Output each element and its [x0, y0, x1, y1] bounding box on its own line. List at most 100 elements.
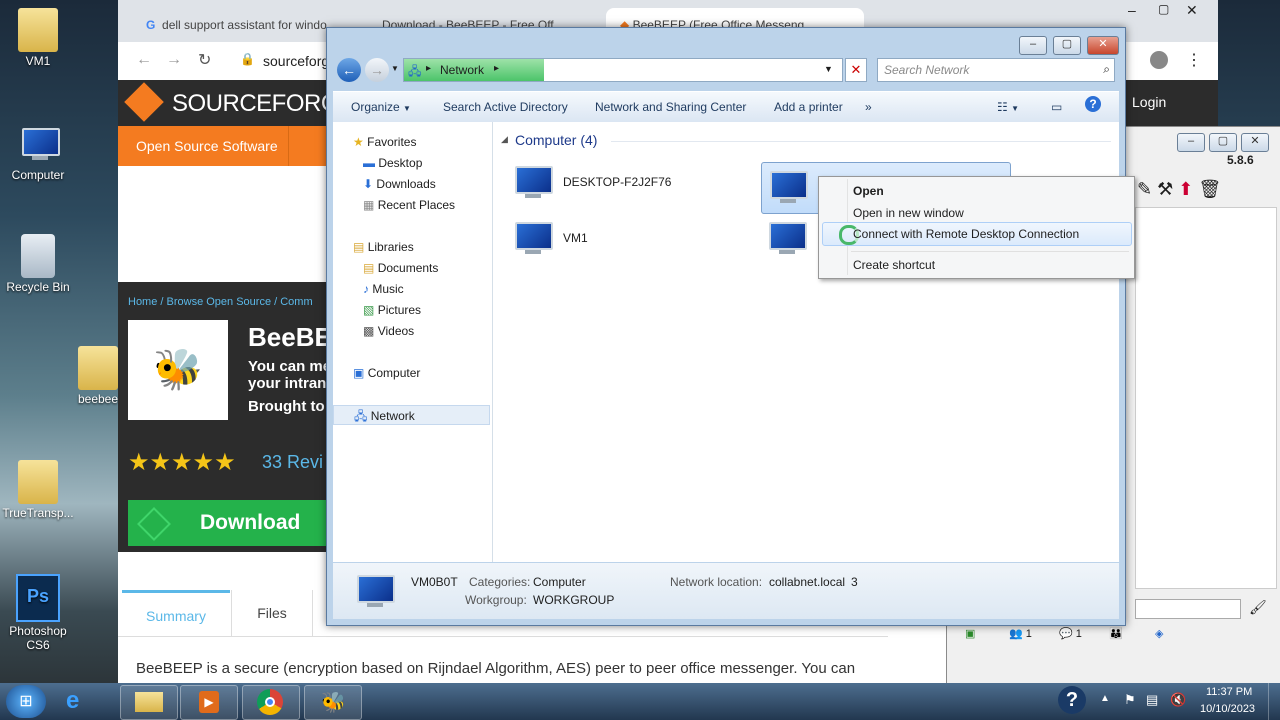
search-input[interactable]: Search Network ⌕ [877, 58, 1115, 82]
more-commands-icon[interactable]: » [865, 100, 872, 114]
menu-create-shortcut[interactable]: Create shortcut [853, 258, 935, 272]
star-icon: ★ [353, 135, 364, 149]
nav-downloads[interactable]: ⬇ Downloads [363, 174, 436, 194]
bee-tool-icon[interactable]: ✎ [1137, 179, 1152, 199]
brush-icon[interactable]: 🖌 [1249, 599, 1267, 616]
nav-pictures[interactable]: ▧ Pictures [363, 300, 421, 320]
breadcrumb-network[interactable]: Network [440, 63, 484, 77]
ie-icon[interactable]: e [66, 687, 79, 715]
taskbar-explorer[interactable] [120, 685, 178, 720]
download-button[interactable]: Download [128, 500, 328, 546]
nav-music[interactable]: ♪ Music [363, 279, 404, 299]
organize-button[interactable]: Organize ▼ [351, 100, 411, 114]
nav-documents[interactable]: ▤ Documents [363, 258, 438, 278]
forward-button[interactable]: → [365, 58, 389, 82]
downloads-icon: ⬇ [363, 177, 374, 191]
desktop-icon-computer[interactable]: Computer [0, 122, 76, 182]
tray-volume-muted-icon[interactable]: 🔇 [1170, 692, 1186, 708]
desktop-icon: ▬ [363, 156, 375, 170]
login-link[interactable]: Login [1132, 94, 1166, 110]
stop-icon[interactable]: ✕ [845, 58, 867, 82]
add-printer-button[interactable]: Add a printer [774, 100, 843, 114]
menu-open[interactable]: Open [853, 184, 884, 198]
back-button[interactable]: ← [337, 58, 361, 82]
back-icon[interactable]: ← [136, 51, 152, 69]
menu-remote-desktop-highlight[interactable]: Connect with Remote Desktop Connection [822, 222, 1132, 246]
maximize-button[interactable]: ▢ [1158, 2, 1169, 16]
taskbar-beebeep[interactable]: 🐝 [304, 685, 362, 720]
network-icon: 🖧 [354, 409, 368, 423]
nav-open-source-software[interactable]: Open Source Software [136, 138, 278, 154]
help-tray-icon[interactable]: ? [1058, 686, 1086, 714]
clock-date[interactable]: 10/10/2023 [1200, 703, 1255, 715]
computer-item-desktop[interactable]: DESKTOP-F2J2F76 [511, 162, 741, 204]
show-desktop-button[interactable] [1268, 683, 1280, 720]
forward-icon[interactable]: → [166, 51, 182, 69]
reviews-link[interactable]: 33 Revi [262, 452, 323, 473]
bee-version: 5.8.6 [1227, 153, 1254, 167]
breadcrumb-dropdown-icon[interactable]: ▼ [824, 64, 833, 74]
tagline-line1: You can me [248, 358, 332, 375]
nav-network[interactable]: 🖧 Network [333, 405, 490, 425]
bee-close-button[interactable]: ✕ [1241, 133, 1269, 152]
recent-pages-icon[interactable]: ▼ [391, 64, 399, 73]
nav-favorites[interactable]: ★ Favorites [353, 132, 416, 152]
nav-libraries[interactable]: ▤ Libraries [353, 237, 414, 257]
nav-recent-places[interactable]: ▦ Recent Places [363, 195, 455, 215]
desktop-icon-truetransp[interactable]: TrueTransp... [0, 460, 76, 520]
platform-windows[interactable]: Windows [184, 562, 233, 576]
network-icon[interactable]: ◈ [1155, 627, 1163, 640]
users-icon[interactable]: 👥 1 [1009, 627, 1032, 640]
libraries-icon: ▤ [353, 240, 365, 254]
taskbar-chrome[interactable] [242, 685, 300, 720]
explorer-nav-bar: ← → ▼ 🖧 ▸ Network ▸ ▼ ✕ Search Network ⌕ [333, 56, 1119, 86]
desktop-icon-vm1[interactable]: VM1 [0, 8, 76, 68]
desktop-icon-photoshop[interactable]: Ps Photoshop CS6 [0, 574, 76, 652]
trash-icon[interactable]: 🗑 [1198, 179, 1221, 199]
taskbar-media-player[interactable]: ▶ [180, 685, 238, 720]
nav-videos[interactable]: ▩ Videos [363, 321, 414, 341]
profile-icon[interactable] [1150, 51, 1168, 69]
nav-desktop[interactable]: ▬ Desktop [363, 153, 422, 173]
breadcrumb[interactable]: Home / Browse Open Source / Comm [128, 296, 313, 308]
preview-pane-icon[interactable]: ▭ [1051, 100, 1062, 114]
menu-open-new-window[interactable]: Open in new window [853, 206, 964, 220]
tray-network-icon[interactable]: ▤ [1146, 692, 1158, 708]
group-header[interactable]: Computer (4) [515, 132, 597, 148]
platform-linux[interactable]: Linux [128, 562, 157, 576]
view-options-icon[interactable]: ☷ ▼ [997, 100, 1019, 114]
bee-tool-icon[interactable]: ⚒ [1157, 179, 1173, 199]
search-active-directory-button[interactable]: Search Active Directory [443, 100, 568, 114]
tray-flag-icon[interactable]: ⚑ [1124, 692, 1136, 708]
tab-files[interactable]: Files [231, 590, 313, 636]
download-icon [137, 507, 171, 541]
chat-icon[interactable]: 💬 1 [1059, 627, 1082, 640]
desktop-icon-recycle-bin[interactable]: Recycle Bin [0, 234, 76, 294]
group-icon[interactable]: 👪 [1109, 627, 1123, 640]
bee-tool-icon[interactable]: ⬆ [1178, 179, 1193, 199]
tab-summary[interactable]: Summary [122, 590, 230, 639]
minimize-button[interactable]: – [1128, 2, 1136, 18]
breadcrumb-bar[interactable]: 🖧 ▸ Network ▸ ▼ [403, 58, 843, 82]
computer-item-fourth[interactable] [765, 218, 825, 260]
bee-minimize-button[interactable]: – [1177, 133, 1205, 152]
reload-icon[interactable]: ↻ [198, 50, 211, 70]
bee-status-icon[interactable]: ▣ [965, 627, 975, 640]
help-icon[interactable]: ? [1085, 96, 1101, 112]
network-sharing-center-button[interactable]: Network and Sharing Center [595, 100, 746, 114]
bee-message-input[interactable] [1135, 599, 1241, 619]
close-button[interactable]: ✕ [1186, 2, 1198, 19]
nav-computer[interactable]: ▣ Computer [353, 363, 420, 383]
details-categories-label: Categories: [469, 575, 531, 589]
explorer-minimize-button[interactable]: – [1019, 36, 1047, 55]
menu-icon[interactable]: ⋮ [1186, 50, 1202, 70]
show-hidden-icons[interactable]: ▲ [1100, 693, 1110, 704]
explorer-close-button[interactable]: ✕ [1087, 36, 1119, 55]
start-button[interactable]: ⊞ [6, 685, 46, 718]
search-icon[interactable]: ⌕ [1103, 62, 1110, 77]
clock-time[interactable]: 11:37 PM [1206, 686, 1252, 698]
computer-item-vm1[interactable]: VM1 [511, 218, 741, 260]
group-collapse-icon[interactable]: ◢ [501, 134, 508, 145]
bee-maximize-button[interactable]: ▢ [1209, 133, 1237, 152]
explorer-maximize-button[interactable]: ▢ [1053, 36, 1081, 55]
